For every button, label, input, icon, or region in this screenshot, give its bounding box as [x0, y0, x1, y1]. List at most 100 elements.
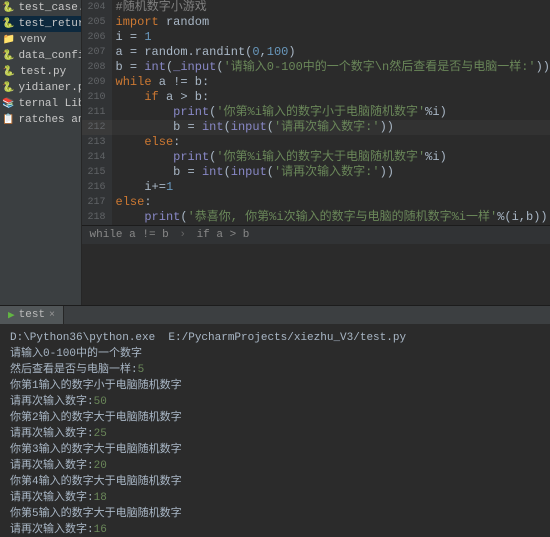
output-line: 请再次输入数字:18	[10, 490, 540, 506]
code-line[interactable]: 205import random	[82, 15, 550, 30]
output-line: 你第5输入的数字大于电脑随机数字	[10, 506, 540, 522]
sidebar-item[interactable]: 🐍 test.py	[0, 64, 81, 80]
output-line: 请再次输入数字:50	[10, 394, 540, 410]
py-icon: 🐍	[2, 50, 14, 62]
user-input: 18	[94, 492, 107, 504]
output-line: 你第3输入的数字大于电脑随机数字	[10, 442, 540, 458]
code-editor[interactable]: 204#随机数字小游戏205import random206i = 1207a …	[82, 0, 550, 305]
code-text[interactable]: while a != b:	[112, 75, 550, 90]
code-text[interactable]: if a > b:	[112, 90, 550, 105]
project-sidebar[interactable]: 🐍 test_case.py 🐍 test_return.py📁 venv 🐍data_c…	[0, 0, 82, 305]
run-tab-label: test	[19, 309, 45, 321]
folder-icon: 📁	[2, 34, 16, 46]
line-number: 210	[82, 90, 112, 105]
sidebar-item-label: ratches and Consoles	[18, 114, 81, 126]
output-line: 请再次输入数字:16	[10, 522, 540, 537]
code-line[interactable]: 207a = random.randint(0,100)	[82, 45, 550, 60]
sidebar-item-label: test.py	[20, 66, 66, 78]
user-input: 5	[138, 364, 145, 376]
run-tabs: ▶ test ×	[0, 306, 550, 324]
sidebar-item-label: venv	[20, 34, 46, 46]
sidebar-item-label: test_return.py	[18, 18, 81, 30]
breadcrumb-item[interactable]: if a > b	[197, 229, 250, 241]
py-icon: 🐍	[2, 82, 14, 94]
code-line[interactable]: 215 b = int(input('请再次输入数字:'))	[82, 165, 550, 180]
breadcrumb[interactable]: while a != b › if a > b	[82, 225, 550, 244]
run-tab[interactable]: ▶ test ×	[0, 306, 64, 324]
output-line: 你第2输入的数字大于电脑随机数字	[10, 410, 540, 426]
sidebar-item-label: test_case.py	[18, 2, 81, 14]
line-number: 213	[82, 135, 112, 150]
close-icon[interactable]: ×	[49, 310, 55, 321]
sidebar-item[interactable]: 📚 ternal Libraries	[0, 96, 81, 112]
code-line[interactable]: 214 print('你第%i输入的数字大于电脑随机数字'%i)	[82, 150, 550, 165]
sidebar-item[interactable]: 📁 venv	[0, 32, 81, 48]
code-text[interactable]: #随机数字小游戏	[112, 0, 550, 15]
user-input: 20	[94, 460, 107, 472]
sidebar-item[interactable]: 🐍 test_return.py	[0, 16, 81, 32]
line-number: 216	[82, 180, 112, 195]
py-icon: 🐍	[2, 2, 14, 14]
code-line[interactable]: 217else:	[82, 195, 550, 210]
output-line: 你第1输入的数字小于电脑随机数字	[10, 378, 540, 394]
sidebar-item[interactable]: 🐍data_config.py	[0, 48, 81, 64]
code-text[interactable]: a = random.randint(0,100)	[112, 45, 550, 60]
sidebar-item-label: yidianer.py	[18, 82, 81, 94]
code-line[interactable]: 218 print('恭喜你, 你第%i次输入的数字与电脑的随机数字%i一样'%…	[82, 210, 550, 225]
code-line[interactable]: 213 else:	[82, 135, 550, 150]
line-number: 209	[82, 75, 112, 90]
user-input: 50	[94, 396, 107, 408]
line-number: 211	[82, 105, 112, 120]
py-icon: 🐍	[2, 18, 14, 30]
run-tool-window: ▶ test × D:\Python36\python.exe E:/Pycha…	[0, 305, 550, 537]
code-text[interactable]: else:	[112, 195, 550, 210]
user-input: 25	[94, 428, 107, 440]
lib-icon: 📚	[2, 98, 14, 110]
code-line[interactable]: 209while a != b:	[82, 75, 550, 90]
line-number: 217	[82, 195, 112, 210]
output-line: 请再次输入数字:25	[10, 426, 540, 442]
scratch-icon: 📋	[2, 114, 14, 126]
console-output[interactable]: D:\Python36\python.exe E:/PycharmProject…	[0, 324, 550, 537]
output-line: 请再次输入数字:20	[10, 458, 540, 474]
line-number: 204	[82, 0, 112, 15]
line-number: 218	[82, 210, 112, 225]
user-input: 16	[94, 524, 107, 536]
output-line: D:\Python36\python.exe E:/PycharmProject…	[10, 330, 540, 346]
line-number: 214	[82, 150, 112, 165]
line-number: 212	[82, 120, 112, 135]
output-line: 请输入0-100中的一个数字	[10, 346, 540, 362]
code-text[interactable]: i = 1	[112, 30, 550, 45]
code-text[interactable]: import random	[112, 15, 550, 30]
output-line: 你第4输入的数字大于电脑随机数字	[10, 474, 540, 490]
code-text[interactable]: print('恭喜你, 你第%i次输入的数字与电脑的随机数字%i一样'%(i,b…	[112, 210, 550, 225]
code-line[interactable]: 212 b = int(input('请再次输入数字:'))	[82, 120, 550, 135]
code-lines[interactable]: 204#随机数字小游戏205import random206i = 1207a …	[82, 0, 550, 225]
code-line[interactable]: 211 print('你第%i输入的数字小于电脑随机数字'%i)	[82, 105, 550, 120]
breadcrumb-item[interactable]: while a != b	[90, 229, 169, 241]
sidebar-item[interactable]: 🐍 yidianer.py	[0, 80, 81, 96]
code-line[interactable]: 206i = 1	[82, 30, 550, 45]
output-line: 然后查看是否与电脑一样:5	[10, 362, 540, 378]
line-number: 207	[82, 45, 112, 60]
code-text[interactable]: b = int(_input('请输入0-100中的一个数字\n然后查看是否与电…	[112, 60, 550, 75]
sidebar-item-label: ternal Libraries	[18, 98, 81, 110]
code-text[interactable]: b = int(input('请再次输入数字:'))	[112, 120, 550, 135]
code-line[interactable]: 208b = int(_input('请输入0-100中的一个数字\n然后查看是…	[82, 60, 550, 75]
code-line[interactable]: 210 if a > b:	[82, 90, 550, 105]
code-text[interactable]: print('你第%i输入的数字小于电脑随机数字'%i)	[112, 105, 550, 120]
sidebar-item[interactable]: 🐍 test_case.py	[0, 0, 81, 16]
line-number: 206	[82, 30, 112, 45]
code-line[interactable]: 216 i+=1	[82, 180, 550, 195]
play-icon: ▶	[8, 308, 15, 322]
code-text[interactable]: i+=1	[112, 180, 550, 195]
code-text[interactable]: else:	[112, 135, 550, 150]
code-line[interactable]: 204#随机数字小游戏	[82, 0, 550, 15]
chevron-right-icon: ›	[179, 229, 186, 241]
code-text[interactable]: b = int(input('请再次输入数字:'))	[112, 165, 550, 180]
line-number: 215	[82, 165, 112, 180]
py-icon: 🐍	[2, 66, 16, 78]
line-number: 205	[82, 15, 112, 30]
sidebar-item[interactable]: 📋 ratches and Consoles	[0, 112, 81, 128]
code-text[interactable]: print('你第%i输入的数字大于电脑随机数字'%i)	[112, 150, 550, 165]
